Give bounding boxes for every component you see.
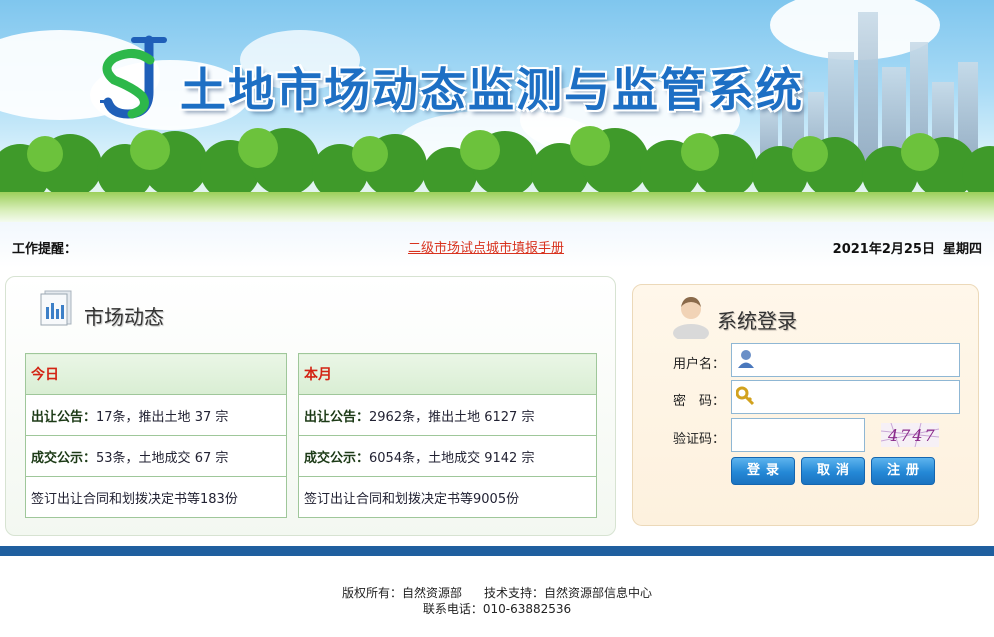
key-icon xyxy=(736,386,755,406)
row-value: 签订出让合同和划拨决定书等183份 xyxy=(31,491,238,507)
row-value: 53条，土地成交 67 宗 xyxy=(96,450,229,466)
table-row: 出让公告：2962条，推出土地 6127 宗 xyxy=(298,394,597,436)
captcha-text: 4747 xyxy=(887,426,937,445)
report-document-icon xyxy=(40,290,72,326)
username-label: 用户名： xyxy=(673,357,726,372)
contact-phone: 联系电话：010-63882536 xyxy=(422,602,572,616)
today-header: 今日 xyxy=(25,353,287,395)
row-label: 成交公示： xyxy=(31,450,97,466)
table-row: 签订出让合同和划拨决定书等9005份 xyxy=(298,476,597,518)
site-title: 土地市场动态监测与监管系统 xyxy=(180,63,804,117)
table-row: 出让公告：17条，推出土地 37 宗 xyxy=(25,394,287,436)
row-value: 2962条，推出土地 6127 宗 xyxy=(369,409,535,425)
username-input[interactable] xyxy=(731,343,960,377)
copyright-text: 版权所有：自然资源部 xyxy=(341,586,462,600)
table-row: 成交公示：53条，土地成交 67 宗 xyxy=(25,435,287,477)
captcha-label: 验证码： xyxy=(673,432,726,447)
row-label: 出让公告： xyxy=(31,409,97,425)
tech-support-text: 技术支持：自然资源部信息中心 xyxy=(484,586,653,600)
row-label: 成交公示： xyxy=(304,450,370,466)
register-button[interactable]: 注册 xyxy=(871,457,935,485)
table-row: 成交公示：6054条，土地成交 9142 宗 xyxy=(298,435,597,477)
login-title: 系统登录 xyxy=(717,309,797,333)
row-value: 签订出让合同和划拨决定书等9005份 xyxy=(304,491,520,507)
footer-info: 版权所有：自然资源部 技术支持：自然资源部信息中心 xyxy=(0,584,994,601)
row-value: 6054条，土地成交 9142 宗 xyxy=(369,450,535,466)
grass-ground xyxy=(0,192,994,222)
notice-bar: 工作提醒： 二级市场试点城市填报手册 2021年2月25日 星期四 xyxy=(0,222,994,268)
weekday-text: 星期四 xyxy=(942,242,982,257)
cancel-button[interactable]: 取消 xyxy=(801,457,865,485)
market-dynamics-panel: 市场动态 今日 出让公告：17条，推出土地 37 宗 成交公示：53条，土地成交… xyxy=(5,276,616,536)
captcha-input[interactable] xyxy=(731,418,865,452)
login-panel: 系统登录 用户名： 密 码： 验证码： 4747 登录 取消 注册 xyxy=(632,284,979,526)
table-row: 签订出让合同和划拨决定书等183份 xyxy=(25,476,287,518)
market-panel-title: 市场动态 xyxy=(84,305,164,329)
manual-link[interactable]: 二级市场试点城市填报手册 xyxy=(408,237,564,256)
row-label: 出让公告： xyxy=(304,409,370,425)
login-button[interactable]: 登录 xyxy=(731,457,795,485)
header-banner: 土地市场动态监测与监管系统 xyxy=(0,0,994,222)
month-header: 本月 xyxy=(298,353,597,395)
user-avatar-icon xyxy=(673,297,709,339)
current-date: 2021年2月25日 星期四 xyxy=(833,238,982,257)
today-stats-table: 今日 出让公告：17条，推出土地 37 宗 成交公示：53条，土地成交 67 宗… xyxy=(25,353,287,518)
js-logo-icon xyxy=(100,35,167,119)
date-text: 2021年2月25日 xyxy=(832,242,935,257)
work-reminder-label: 工作提醒： xyxy=(12,242,78,257)
user-icon xyxy=(738,350,754,368)
footer-divider xyxy=(0,546,994,556)
row-value: 17条，推出土地 37 宗 xyxy=(96,409,229,425)
captcha-image[interactable]: 4747 xyxy=(881,423,939,447)
password-label: 密 码： xyxy=(673,394,726,409)
password-input[interactable] xyxy=(731,380,960,414)
month-stats-table: 本月 出让公告：2962条，推出土地 6127 宗 成交公示：6054条，土地成… xyxy=(298,353,597,518)
